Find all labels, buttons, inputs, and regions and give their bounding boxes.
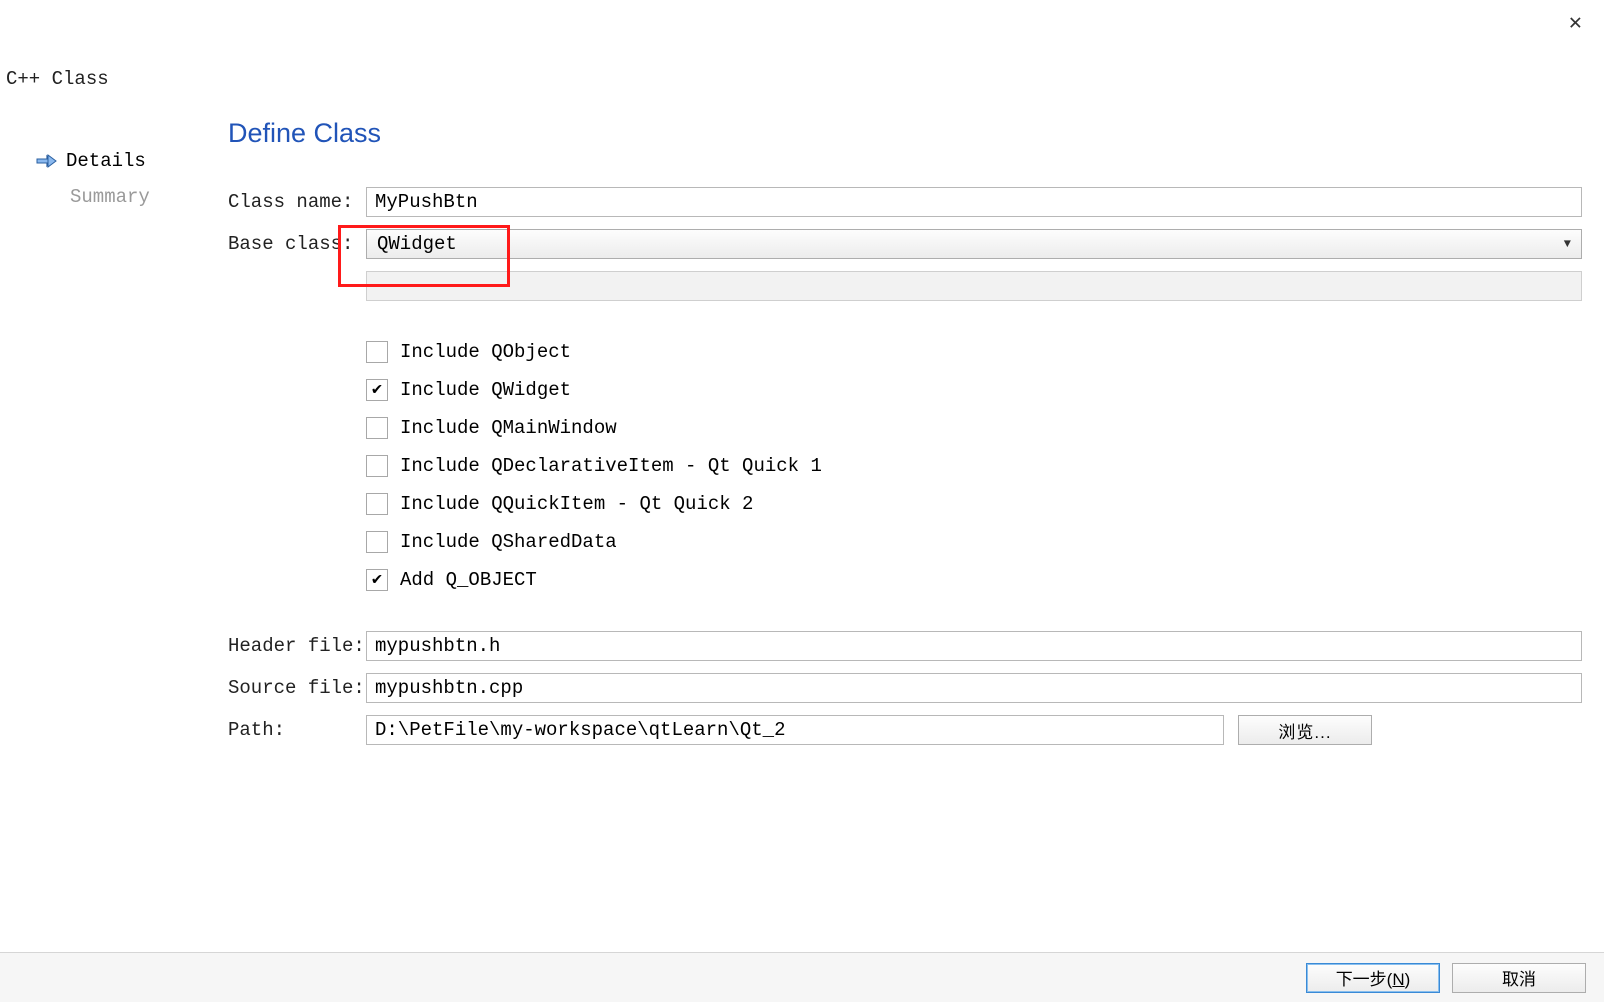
page-heading: Define Class — [228, 118, 1582, 149]
include-qobject-checkbox[interactable] — [366, 341, 388, 363]
wizard-footer: 下一步(N) 取消 — [0, 952, 1604, 1002]
include-qmainwindow-label: Include QMainWindow — [400, 417, 617, 439]
class-name-label: Class name: — [228, 191, 366, 213]
wizard-title: C++ Class — [6, 68, 109, 90]
sidebar-item-details[interactable]: Details — [36, 150, 206, 172]
include-qobject-label: Include QObject — [400, 341, 571, 363]
base-class-combo[interactable]: QWidget ▼ — [366, 229, 1582, 259]
arrow-right-icon — [36, 153, 58, 169]
chevron-down-icon: ▼ — [1564, 237, 1571, 251]
sidebar-item-summary[interactable]: Summary — [36, 186, 206, 208]
cancel-button[interactable]: 取消 — [1452, 963, 1586, 993]
type-template-input[interactable] — [366, 271, 1582, 301]
include-qmainwindow-checkbox[interactable] — [366, 417, 388, 439]
source-file-input[interactable] — [366, 673, 1582, 703]
base-class-value: QWidget — [377, 233, 457, 255]
include-qdeclarativeitem-label: Include QDeclarativeItem - Qt Quick 1 — [400, 455, 822, 477]
add-qobject-label: Add Q_OBJECT — [400, 569, 537, 591]
include-qwidget-checkbox[interactable] — [366, 379, 388, 401]
path-input[interactable] — [366, 715, 1224, 745]
include-qquickitem-label: Include QQuickItem - Qt Quick 2 — [400, 493, 753, 515]
browse-button[interactable]: 浏览... — [1238, 715, 1372, 745]
checkbox-group: Include QObject Include QWidget Include … — [366, 341, 1582, 591]
base-class-label: Base class: — [228, 233, 366, 255]
next-button[interactable]: 下一步(N) — [1306, 963, 1440, 993]
next-suffix: ) — [1405, 970, 1411, 989]
include-qshareddata-label: Include QSharedData — [400, 531, 617, 553]
next-key: N — [1392, 970, 1404, 989]
include-qdeclarativeitem-checkbox[interactable] — [366, 455, 388, 477]
header-file-label: Header file: — [228, 635, 366, 657]
source-file-label: Source file: — [228, 677, 366, 699]
class-name-input[interactable] — [366, 187, 1582, 217]
include-qquickitem-checkbox[interactable] — [366, 493, 388, 515]
sidebar-item-label: Summary — [70, 186, 150, 208]
include-qshareddata-checkbox[interactable] — [366, 531, 388, 553]
next-prefix: 下一步( — [1336, 970, 1393, 989]
include-qwidget-label: Include QWidget — [400, 379, 571, 401]
sidebar-item-label: Details — [66, 150, 146, 172]
header-file-input[interactable] — [366, 631, 1582, 661]
path-label: Path: — [228, 719, 366, 741]
close-icon[interactable]: ✕ — [1559, 6, 1592, 40]
wizard-sidebar: Details Summary — [36, 150, 206, 222]
add-qobject-checkbox[interactable] — [366, 569, 388, 591]
